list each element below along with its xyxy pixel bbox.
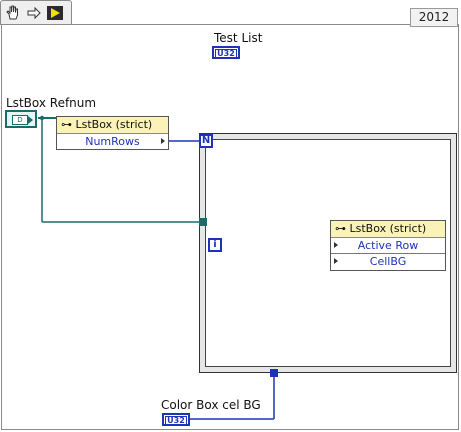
color-box-terminal[interactable]: U32 bbox=[162, 413, 190, 426]
output-arrow-icon bbox=[28, 116, 33, 124]
property-node-numrows[interactable]: ⊶ LstBox (strict) NumRows bbox=[56, 116, 169, 150]
key-icon: ⊶ bbox=[335, 222, 350, 235]
property-active-row-label: Active Row bbox=[357, 239, 419, 252]
output-arrow-icon bbox=[161, 138, 165, 144]
input-arrow-icon bbox=[334, 258, 338, 264]
property-cellbg-label: CellBG bbox=[369, 255, 407, 268]
color-loop-tunnel[interactable] bbox=[270, 369, 278, 377]
lstbox-refnum-terminal[interactable]: D bbox=[5, 110, 37, 128]
test-list-terminal[interactable]: U32 bbox=[212, 46, 240, 59]
refnum-loop-tunnel[interactable] bbox=[199, 218, 207, 226]
refnum-label: LstBox Refnum bbox=[6, 96, 97, 110]
property-node-title: LstBox (strict) bbox=[75, 118, 153, 131]
key-icon: ⊶ bbox=[61, 118, 76, 131]
test-list-type: U32 bbox=[215, 49, 237, 58]
color-box-type: U32 bbox=[165, 416, 187, 425]
loop-iteration-terminal[interactable]: i bbox=[208, 238, 222, 252]
wire-junction bbox=[39, 115, 45, 121]
input-arrow-icon bbox=[334, 242, 338, 248]
test-list-label: Test List bbox=[214, 31, 263, 45]
property-active-row[interactable]: Active Row bbox=[331, 238, 445, 254]
property-node-title: LstBox (strict) bbox=[349, 222, 427, 235]
property-node-header: ⊶ LstBox (strict) bbox=[57, 117, 168, 134]
property-numrows-label: NumRows bbox=[85, 135, 140, 148]
color-box-label: Color Box cel BG bbox=[161, 398, 261, 412]
loop-count-terminal[interactable]: N bbox=[199, 134, 213, 148]
property-node-header: ⊶ LstBox (strict) bbox=[331, 221, 445, 238]
property-cellbg[interactable]: CellBG bbox=[331, 254, 445, 269]
property-numrows[interactable]: NumRows bbox=[57, 134, 168, 149]
refnum-icon: D bbox=[12, 115, 28, 125]
property-node-activerow-cellbg[interactable]: ⊶ LstBox (strict) Active Row CellBG bbox=[330, 220, 446, 271]
